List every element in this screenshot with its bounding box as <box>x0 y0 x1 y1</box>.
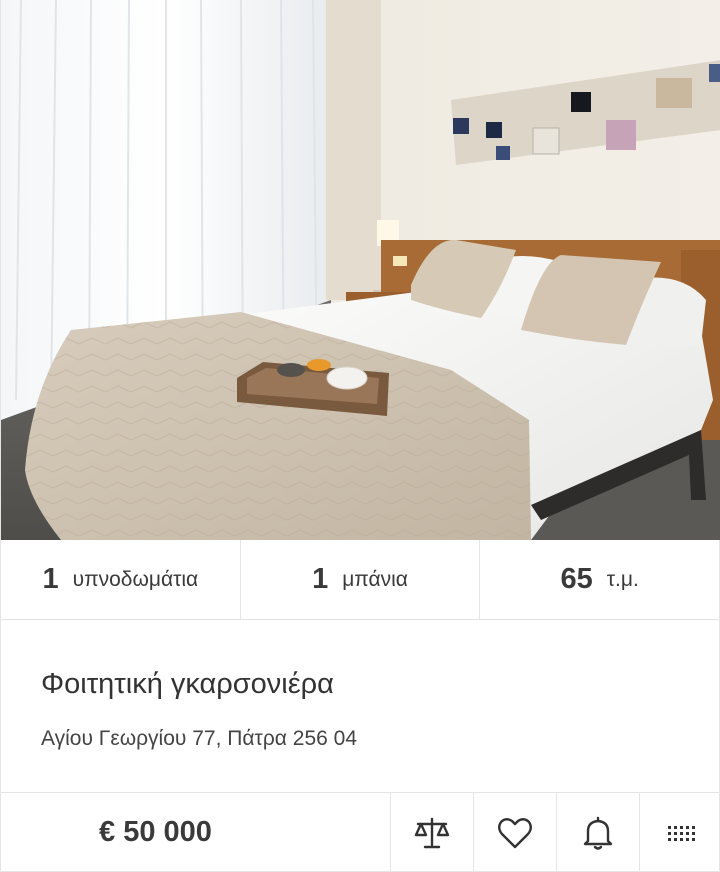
alert-button[interactable] <box>557 793 640 872</box>
bedrooms-count: 1 <box>42 563 59 595</box>
listing-photo[interactable] <box>1 0 720 540</box>
listing-stats: 1 υπνοδωμάτια 1 μπάνια 65 τ.μ. <box>1 540 719 620</box>
listing-title[interactable]: Φοιτητική γκαρσονιέρα <box>41 668 719 701</box>
listing-card[interactable]: 1 υπνοδωμάτια 1 μπάνια 65 τ.μ. Φοιτητική… <box>0 0 720 872</box>
bathrooms-stat: 1 μπάνια <box>241 540 481 619</box>
bedroom-photo <box>1 0 720 540</box>
area-stat: 65 τ.μ. <box>480 540 719 619</box>
area-unit: τ.μ. <box>606 567 639 591</box>
bell-icon <box>583 816 613 850</box>
bathrooms-count: 1 <box>312 563 329 595</box>
more-button[interactable] <box>640 793 719 872</box>
bedrooms-stat: 1 υπνοδωμάτια <box>1 540 241 619</box>
compare-button[interactable] <box>391 793 474 872</box>
favorite-button[interactable] <box>474 793 557 872</box>
listing-price: € 50 000 <box>1 793 391 872</box>
listing-info[interactable]: Φοιτητική γκαρσονιέρα Αγίου Γεωργίου 77,… <box>1 620 719 793</box>
grid-dots-icon <box>667 825 695 841</box>
area-value: 65 <box>560 563 593 595</box>
listing-actions-bar: € 50 000 <box>1 793 719 872</box>
bedrooms-label: υπνοδωμάτια <box>72 567 199 591</box>
heart-icon <box>498 817 532 848</box>
scale-icon <box>414 817 450 848</box>
listing-address: Αγίου Γεωργίου 77, Πάτρα 256 04 <box>41 727 358 750</box>
bathrooms-label: μπάνια <box>342 567 408 591</box>
